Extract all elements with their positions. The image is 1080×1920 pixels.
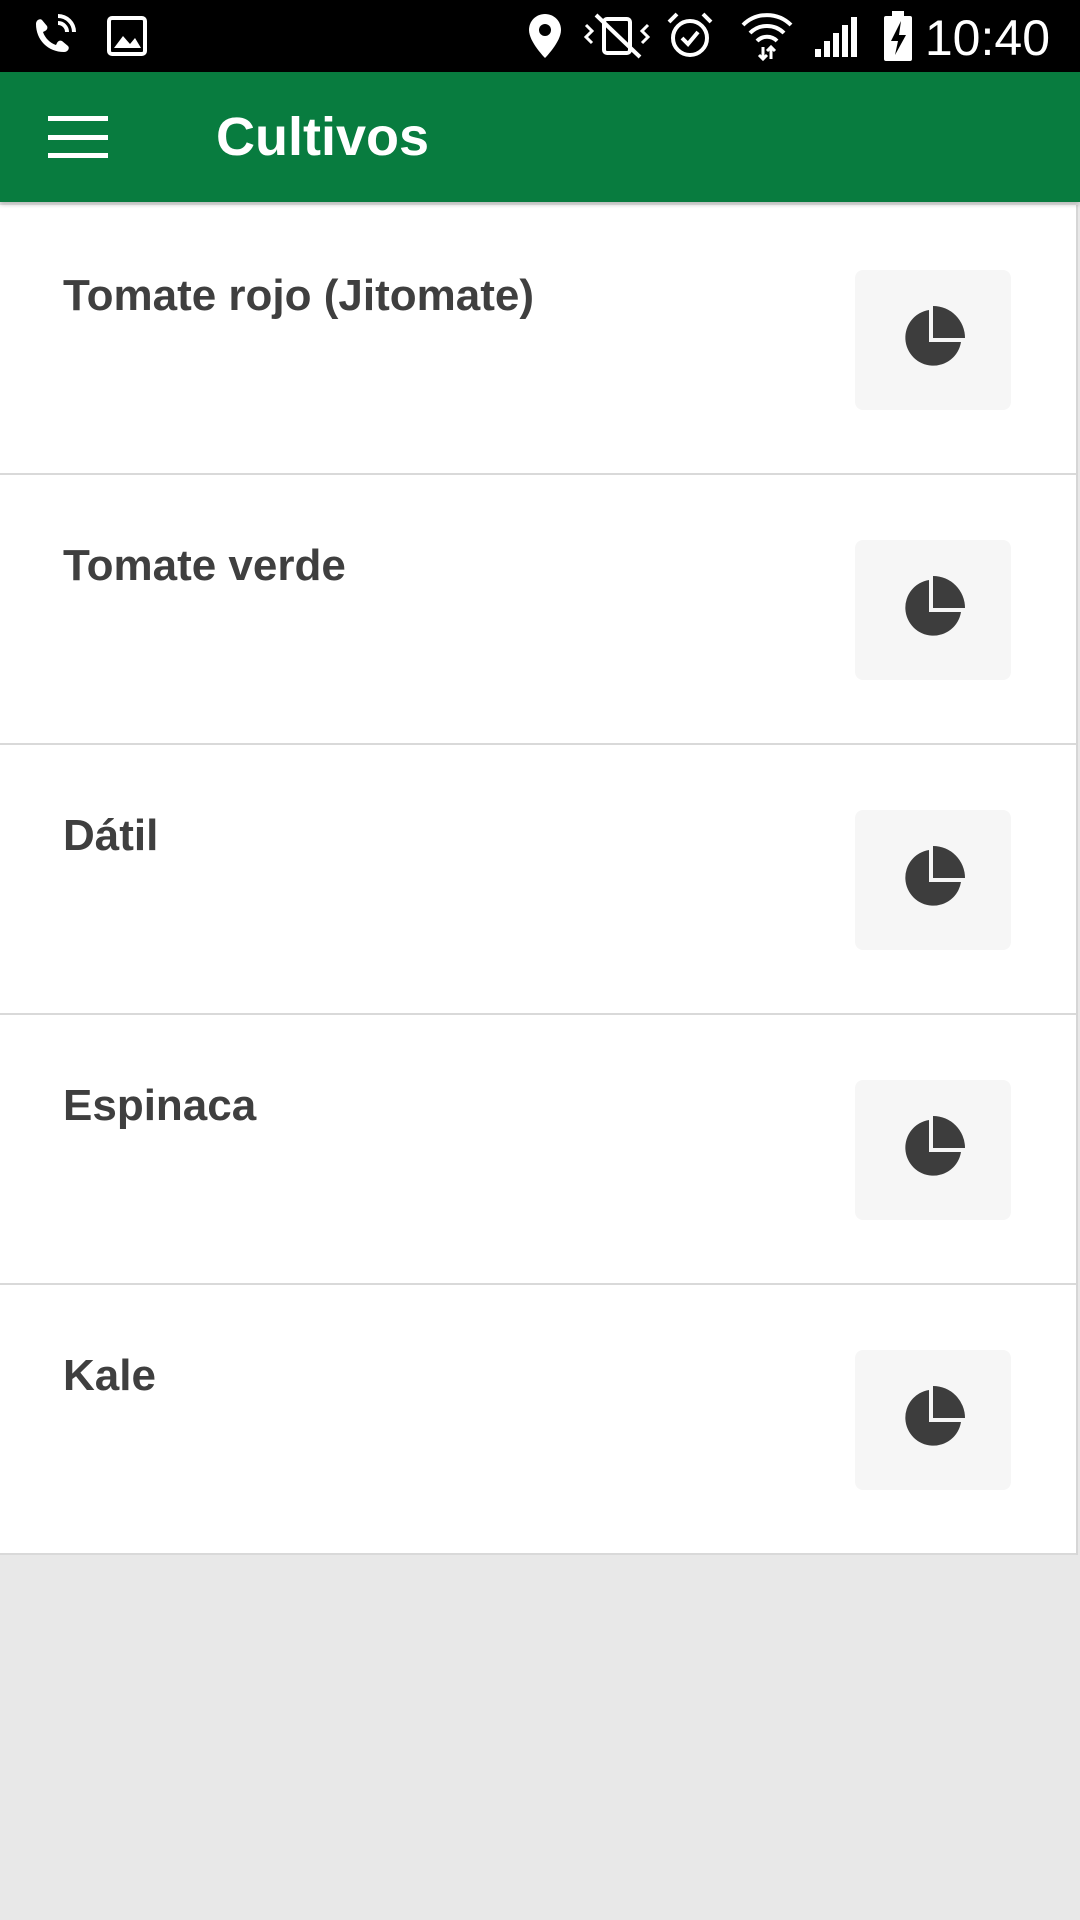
gallery-icon bbox=[102, 0, 152, 72]
crop-name: Dátil bbox=[63, 811, 159, 860]
crop-stats-button[interactable] bbox=[855, 540, 1011, 680]
list-item[interactable]: Dátil bbox=[0, 745, 1076, 1015]
vibrate-off-icon bbox=[580, 0, 654, 72]
crop-name: Tomate rojo (Jitomate) bbox=[63, 271, 535, 320]
pie-chart-icon bbox=[899, 1114, 967, 1187]
status-clock: 10:40 bbox=[924, 10, 1050, 66]
pie-chart-icon bbox=[899, 1384, 967, 1457]
crop-list: Tomate rojo (Jitomate) Tomate verde Dáti… bbox=[0, 205, 1078, 1555]
wifi-call-icon bbox=[24, 0, 84, 72]
alarm-icon bbox=[664, 0, 716, 72]
crop-name: Tomate verde bbox=[63, 541, 346, 590]
crop-stats-button[interactable] bbox=[855, 810, 1011, 950]
list-item[interactable]: Espinaca bbox=[0, 1015, 1076, 1285]
menu-button[interactable] bbox=[30, 97, 126, 177]
list-item[interactable]: Kale bbox=[0, 1285, 1076, 1555]
pie-chart-icon bbox=[899, 574, 967, 647]
wifi-icon bbox=[738, 0, 796, 72]
list-item[interactable]: Tomate verde bbox=[0, 475, 1076, 745]
status-bar: 10:40 bbox=[0, 0, 1080, 72]
pie-chart-icon bbox=[899, 304, 967, 377]
pie-chart-icon bbox=[899, 844, 967, 917]
app-bar: Cultivos bbox=[0, 72, 1080, 202]
crop-stats-button[interactable] bbox=[855, 1080, 1011, 1220]
crop-name: Espinaca bbox=[63, 1081, 257, 1130]
hamburger-menu-icon bbox=[48, 116, 108, 158]
location-icon bbox=[520, 0, 570, 72]
crop-name: Kale bbox=[63, 1351, 156, 1400]
page-title: Cultivos bbox=[216, 107, 430, 167]
battery-charging-icon bbox=[878, 0, 918, 72]
crop-stats-button[interactable] bbox=[855, 270, 1011, 410]
crop-stats-button[interactable] bbox=[855, 1350, 1011, 1490]
list-item[interactable]: Tomate rojo (Jitomate) bbox=[0, 205, 1076, 475]
signal-icon bbox=[810, 0, 862, 72]
